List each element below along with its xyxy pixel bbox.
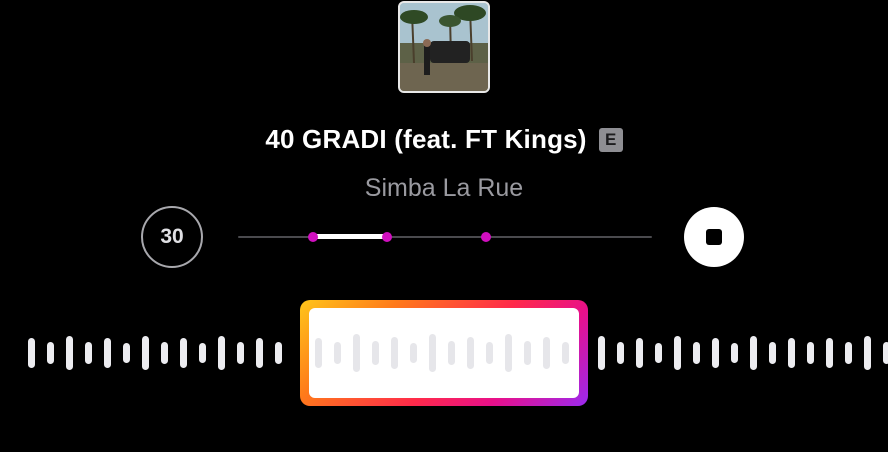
waveform-bar xyxy=(85,342,92,364)
waveform-bar xyxy=(864,336,871,370)
waveform-bar xyxy=(674,336,681,370)
selection-end-handle[interactable] xyxy=(382,232,393,242)
preview-scrubber[interactable] xyxy=(238,226,652,248)
waveform-bar xyxy=(372,341,379,365)
waveform-bar xyxy=(256,338,263,368)
clip-selection-window xyxy=(309,308,579,398)
waveform-bar xyxy=(180,338,187,368)
waveform-bar xyxy=(524,341,531,365)
waveform-bar xyxy=(275,342,282,364)
waveform-bar xyxy=(788,338,795,368)
scrubber-track xyxy=(238,236,652,238)
waveform-bar xyxy=(693,342,700,364)
waveform-bar xyxy=(883,342,888,364)
waveform-bar xyxy=(807,342,814,364)
waveform-bar xyxy=(123,343,130,363)
waveform-bar xyxy=(237,342,244,364)
waveform-bar xyxy=(486,342,493,364)
track-title-row: 40 GRADI (feat. FT Kings) E xyxy=(0,124,888,155)
stop-button[interactable] xyxy=(684,207,744,267)
playhead-marker xyxy=(481,232,492,242)
waveform-bar xyxy=(410,343,417,363)
waveform-bar xyxy=(353,334,360,372)
explicit-badge: E xyxy=(598,127,623,152)
artist-name[interactable]: Simba La Rue xyxy=(0,174,888,203)
waveform-bar xyxy=(429,334,436,372)
waveform-bar xyxy=(505,334,512,372)
waveform-bar xyxy=(617,342,624,364)
waveform-bar xyxy=(334,342,341,364)
waveform-bar xyxy=(636,338,643,368)
waveform-bar xyxy=(448,341,455,365)
waveform-bar xyxy=(712,338,719,368)
waveform-bar xyxy=(826,338,833,368)
waveform-bar xyxy=(750,336,757,370)
waveform-bar xyxy=(655,343,662,363)
waveform-bar xyxy=(104,338,111,368)
waveform-bar xyxy=(142,336,149,370)
waveform-bar xyxy=(161,342,168,364)
skip-30-button[interactable]: 30 xyxy=(141,206,203,268)
selected-range xyxy=(312,234,388,239)
skip-30-label: 30 xyxy=(160,225,184,248)
waveform-bar xyxy=(543,337,550,369)
waveform-bar xyxy=(769,342,776,364)
waveform-bar xyxy=(731,343,738,363)
track-title: 40 GRADI (feat. FT Kings) xyxy=(265,124,587,154)
waveform-bar xyxy=(845,342,852,364)
album-cover xyxy=(398,1,490,93)
clip-selection-frame[interactable] xyxy=(300,300,588,406)
waveform-bar xyxy=(66,336,73,370)
waveform-bar xyxy=(467,337,474,369)
selection-start-handle[interactable] xyxy=(307,232,318,242)
waveform-bar xyxy=(218,336,225,370)
waveform-bar xyxy=(391,337,398,369)
waveform-bar xyxy=(598,336,605,370)
waveform-bar xyxy=(47,342,54,364)
waveform-bar xyxy=(562,342,569,364)
waveform-bar xyxy=(315,338,322,368)
waveform-bar xyxy=(28,338,35,368)
stop-icon xyxy=(706,229,722,245)
waveform-bar xyxy=(199,343,206,363)
